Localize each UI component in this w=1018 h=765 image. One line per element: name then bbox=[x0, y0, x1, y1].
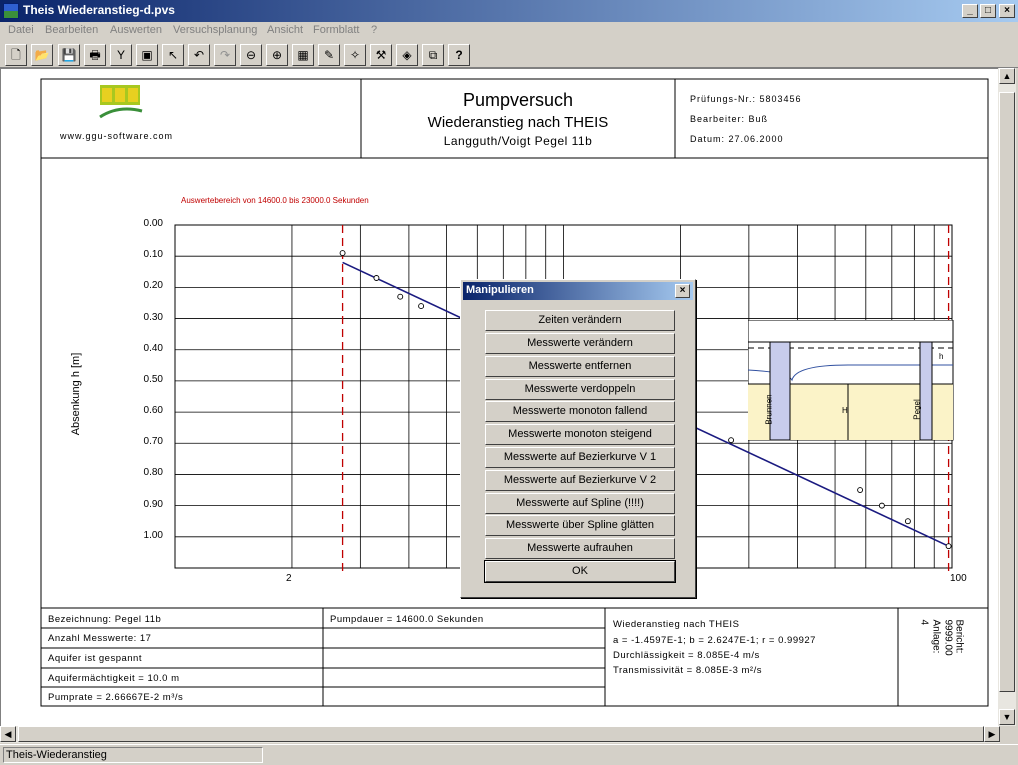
monoton-steigend-button[interactable]: Messwerte monoton steigend bbox=[485, 424, 675, 445]
hscroll-thumb[interactable] bbox=[18, 726, 984, 742]
data-point bbox=[418, 303, 425, 310]
scroll-down-icon[interactable]: ▼ bbox=[999, 709, 1015, 725]
dialog-close-button[interactable]: × bbox=[675, 284, 690, 298]
x-tick-label: 100 bbox=[950, 573, 967, 584]
inset-pegel-label: Pegel bbox=[912, 399, 922, 420]
zeiten-veraendern-button[interactable]: Zeiten verändern bbox=[485, 310, 675, 331]
bezier-v2-button[interactable]: Messwerte auf Bezierkurve V 2 bbox=[485, 470, 675, 491]
scroll-up-icon[interactable]: ▲ bbox=[999, 68, 1015, 84]
spline-button[interactable]: Messwerte auf Spline (!!!!) bbox=[485, 493, 675, 514]
data-point bbox=[878, 502, 885, 509]
y-tick-label: 0.00 bbox=[143, 218, 163, 229]
inset-H-label: H bbox=[842, 406, 848, 415]
inset-h-label: h bbox=[939, 352, 944, 361]
y-tick-label: 1.00 bbox=[143, 529, 163, 541]
bezier-v1-button[interactable]: Messwerte auf Bezierkurve V 1 bbox=[485, 447, 675, 468]
y-tick-label: 0.70 bbox=[143, 436, 163, 448]
x-tick-label: 2 bbox=[286, 573, 292, 584]
inset-brunnen-label: Brunnen bbox=[764, 394, 774, 425]
data-point bbox=[904, 518, 911, 525]
messwerte-veraendern-button[interactable]: Messwerte verändern bbox=[485, 333, 675, 354]
y-tick-label: 0.40 bbox=[143, 342, 163, 354]
data-point bbox=[857, 487, 864, 493]
aufrauhen-button[interactable]: Messwerte aufrauhen bbox=[485, 538, 675, 559]
data-point bbox=[373, 275, 380, 281]
y-tick-label: 0.60 bbox=[143, 405, 163, 417]
close-button[interactable]: × bbox=[999, 4, 1015, 18]
info-bezeichnung: Bezeichnung: Pegel 11b bbox=[48, 614, 162, 625]
anlage-label: Anlage: bbox=[930, 619, 942, 654]
bericht-number: 9999.00 bbox=[942, 619, 954, 656]
result-durchlaessigkeit: Durchlässigkeit = 8.085E-4 m/s bbox=[613, 650, 760, 661]
info-aquifermaechtigkeit: Aquifermächtigkeit = 10.0 m bbox=[48, 673, 180, 684]
data-point bbox=[397, 293, 404, 300]
y-tick-label: 0.50 bbox=[143, 373, 163, 385]
info-anzahl: Anzahl Messwerte: 17 bbox=[48, 633, 152, 644]
bericht-label: Bericht: bbox=[953, 619, 965, 654]
status-text: Theis-Wiederanstieg bbox=[3, 747, 263, 763]
info-aquifer: Aquifer ist gespannt bbox=[48, 653, 142, 664]
scroll-right-icon[interactable]: ▶ bbox=[984, 726, 1000, 742]
scroll-thumb[interactable] bbox=[999, 92, 1015, 692]
data-point bbox=[339, 250, 346, 257]
scroll-left-icon[interactable]: ◀ bbox=[0, 726, 16, 742]
data-point bbox=[728, 437, 735, 444]
vertical-scrollbar[interactable]: ▲ ▼ bbox=[998, 68, 1016, 726]
spline-glaetten-button[interactable]: Messwerte über Spline glätten bbox=[485, 515, 675, 536]
messwerte-verdoppeln-button[interactable]: Messwerte verdoppeln bbox=[485, 379, 675, 400]
manipulieren-dialog: Manipulieren × Zeiten verändern Messwert… bbox=[460, 279, 696, 598]
result-transmissivitaet: Transmissivität = 8.085E-3 m²/s bbox=[613, 665, 762, 676]
well-diagram bbox=[748, 320, 954, 441]
result-params: a = -1.4597E-1; b = 2.6247E-1; r = 0.999… bbox=[613, 635, 816, 646]
y-tick-label: 0.80 bbox=[143, 467, 163, 479]
data-point bbox=[945, 543, 952, 550]
horizontal-scrollbar[interactable]: ◀ ▶ bbox=[0, 726, 1000, 743]
dialog-title: Manipulieren bbox=[466, 284, 534, 296]
ok-button[interactable]: OK bbox=[484, 560, 676, 583]
y-tick-label: 0.20 bbox=[143, 280, 163, 292]
status-bar: Theis-Wiederanstieg bbox=[0, 744, 1018, 765]
y-tick-label: 0.10 bbox=[143, 249, 163, 261]
anlage-number: 4 bbox=[918, 619, 930, 626]
info-pumprate: Pumprate = 2.66667E-2 m³/s bbox=[48, 692, 184, 703]
info-pumpdauer: Pumpdauer = 14600.0 Sekunden bbox=[330, 614, 484, 625]
result-title: Wiederanstieg nach THEIS bbox=[613, 619, 740, 630]
dialog-title-bar[interactable]: Manipulieren × bbox=[463, 282, 693, 300]
messwerte-entfernen-button[interactable]: Messwerte entfernen bbox=[485, 356, 675, 377]
monoton-fallend-button[interactable]: Messwerte monoton fallend bbox=[485, 401, 675, 422]
y-tick-label: 0.30 bbox=[143, 311, 163, 323]
y-tick-label: 0.90 bbox=[143, 498, 163, 510]
